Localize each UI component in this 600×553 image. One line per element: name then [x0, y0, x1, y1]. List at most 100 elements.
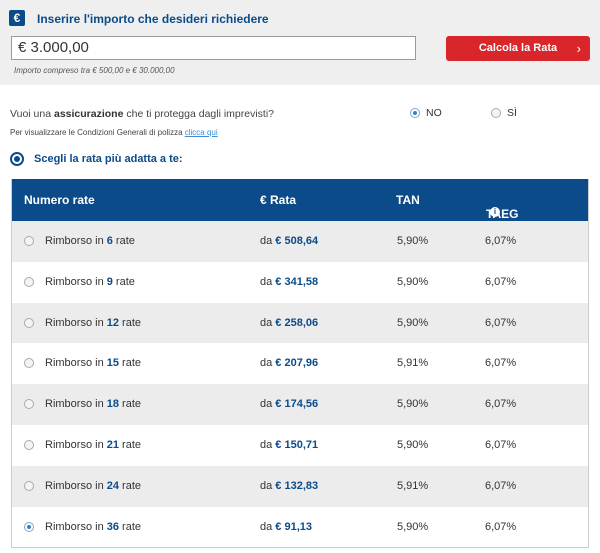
radio-icon[interactable] [24, 358, 34, 369]
row-amount: da € 150,71 [260, 439, 318, 451]
policy-link[interactable]: clicca qui [185, 128, 218, 137]
amount-input[interactable]: € 3.000,00 [11, 36, 416, 60]
table-row[interactable]: Rimborso in 21 rate da € 150,71 5,90% 6,… [12, 425, 588, 466]
row-count: 18 [106, 398, 119, 411]
row-tan: 5,90% [397, 235, 429, 247]
row-prefix: Rimborso in [45, 520, 107, 533]
row-amount: da € 174,56 [260, 398, 318, 410]
row-taeg: 6,07% [485, 357, 517, 370]
radio-icon[interactable] [24, 480, 34, 491]
calculate-button[interactable]: Calcola la Rata › [446, 36, 590, 61]
radio-icon[interactable] [24, 399, 34, 410]
amount-panel: € Inserire l'importo che desideri richie… [0, 0, 600, 85]
radio-icon[interactable] [24, 521, 34, 532]
row-rata: € 207,96 [275, 357, 319, 370]
row-tan: 5,91% [397, 357, 429, 370]
radio-icon[interactable] [24, 317, 34, 328]
row-taeg: 6,07% [485, 275, 517, 288]
row-tan: 5,91% [397, 479, 429, 492]
header-rata: € Rata [260, 193, 297, 207]
row-da: da [260, 235, 276, 247]
row-suffix: rate [112, 235, 135, 247]
amount-hint: Importo compreso tra € 500,00 e € 30.000… [14, 66, 175, 75]
table-row[interactable]: Rimborso in 36 rate da € 91,13 5,90% 6,0… [12, 507, 588, 548]
row-tan: 5,90% [397, 520, 429, 533]
row-amount: da € 508,64 [260, 235, 318, 247]
row-amount: da € 341,58 [260, 276, 318, 288]
row-tan: 5,90% [397, 275, 429, 288]
row-amount: da € 207,96 [260, 357, 318, 369]
insurance-question-end: che ti protegga dagli imprevisti? [123, 108, 275, 120]
table-row[interactable]: Rimborso in 9 rate da € 341,58 5,90% 6,0… [12, 262, 588, 303]
row-suffix: rate [119, 520, 142, 533]
radio-icon[interactable] [24, 236, 34, 246]
insurance-question-bold: assicurazione [53, 108, 124, 120]
row-rata: € 174,56 [275, 398, 319, 411]
row-da: da [260, 438, 276, 451]
euro-icon: € [9, 10, 25, 26]
row-prefix: Rimborso in [45, 235, 107, 247]
row-count: 12 [106, 316, 119, 329]
row-da: da [260, 479, 276, 492]
choose-label: Scegli la rata più adatta a te: [34, 152, 183, 165]
row-rata: € 132,83 [275, 479, 319, 492]
row-count: 15 [106, 357, 119, 370]
row-count: 21 [106, 438, 119, 451]
row-installments: Rimborso in 12 rate [45, 317, 141, 329]
row-amount: da € 258,06 [260, 317, 318, 329]
row-prefix: Rimborso in [45, 398, 107, 411]
row-installments: Rimborso in 9 rate [45, 276, 135, 288]
calculate-button-label: Calcola la Rata [478, 42, 558, 54]
row-prefix: Rimborso in [45, 479, 107, 492]
row-tan: 5,90% [397, 438, 429, 451]
row-count: 24 [106, 479, 119, 492]
table-row[interactable]: Rimborso in 6 rate da € 508,64 5,90% 6,0… [12, 221, 588, 262]
row-da: da [260, 357, 276, 370]
insurance-option-no[interactable]: NO [410, 107, 442, 119]
installments-table: Numero rate € Rata TAN TAEG i Rimborso in… [11, 179, 589, 549]
target-icon [10, 152, 24, 166]
row-suffix: rate [119, 438, 142, 451]
insurance-option-yes-label: SÌ [507, 107, 517, 119]
row-prefix: Rimborso in [45, 275, 107, 288]
row-suffix: rate [119, 316, 142, 329]
row-taeg: 6,07% [485, 520, 517, 533]
choose-section-title: Scegli la rata più adatta a te: [10, 152, 183, 166]
radio-icon[interactable] [24, 276, 34, 287]
chevron-right-icon: › [576, 41, 581, 56]
row-prefix: Rimborso in [45, 316, 107, 329]
row-da: da [260, 316, 276, 329]
insurance-question-start: Vuoi una [10, 108, 54, 120]
row-tan: 5,90% [397, 398, 429, 411]
table-row[interactable]: Rimborso in 18 rate da € 174,56 5,90% 6,… [12, 384, 588, 425]
row-installments: Rimborso in 36 rate [45, 521, 141, 533]
policy-note: Per visualizzare le Condizioni Generali … [10, 128, 218, 137]
row-da: da [260, 520, 276, 533]
row-da: da [260, 275, 276, 288]
table-row[interactable]: Rimborso in 15 rate da € 207,96 5,91% 6,… [12, 343, 588, 384]
table-row[interactable]: Rimborso in 24 rate da € 132,83 5,91% 6,… [12, 465, 588, 507]
row-taeg: 6,07% [485, 438, 517, 451]
row-taeg: 6,07% [485, 316, 517, 329]
table-row[interactable]: Rimborso in 12 rate da € 258,06 5,90% 6,… [12, 302, 588, 344]
header-tan: TAN [396, 193, 420, 207]
row-amount: da € 91,13 [260, 521, 312, 533]
header-numero-rate: Numero rate [24, 193, 95, 207]
insurance-option-yes[interactable]: SÌ [491, 107, 517, 119]
amount-title: Inserire l'importo che desideri richiede… [37, 12, 269, 26]
info-icon[interactable]: i [490, 207, 500, 217]
row-rata: € 508,64 [275, 235, 319, 247]
row-amount: da € 132,83 [260, 480, 318, 492]
row-taeg: 6,07% [485, 398, 517, 411]
row-rata: € 91,13 [275, 520, 312, 533]
radio-icon[interactable] [24, 439, 34, 450]
row-prefix: Rimborso in [45, 357, 107, 370]
row-suffix: rate [119, 479, 142, 492]
radio-icon[interactable] [410, 108, 420, 119]
row-taeg: 6,07% [485, 479, 517, 492]
row-rata: € 150,71 [275, 438, 319, 451]
row-suffix: rate [119, 357, 142, 370]
policy-text: Per visualizzare le Condizioni Generali … [10, 128, 185, 137]
table-header: Numero rate € Rata TAN TAEG i [12, 179, 588, 221]
radio-icon[interactable] [491, 108, 501, 119]
